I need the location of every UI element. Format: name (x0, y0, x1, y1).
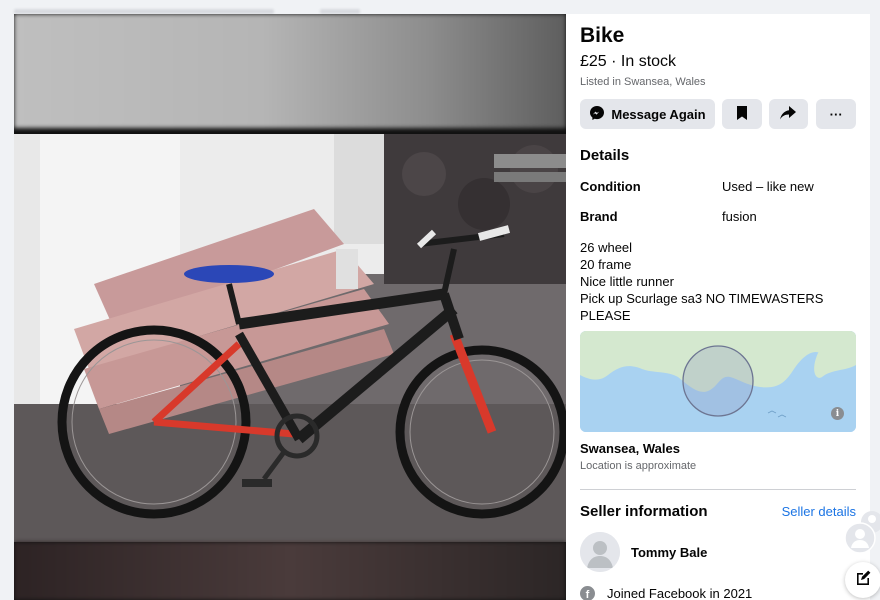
new-message-button[interactable] (845, 562, 880, 598)
detail-value: Used – like new (722, 179, 814, 194)
action-bar: Message Again ··· (580, 99, 856, 129)
description-line: Pick up Scurlage sa3 NO TIMEWASTERS (580, 291, 824, 306)
section-divider (580, 489, 856, 490)
seller-header: Seller information Seller details (580, 503, 856, 520)
description-line: Nice little runner (580, 274, 674, 289)
detail-key: Brand (580, 209, 618, 224)
seller-joined-text: Joined Facebook in 2021 (607, 586, 753, 600)
detail-key: Condition (580, 179, 641, 194)
location-note: Location is approximate (580, 460, 697, 472)
seller-joined-row: f Joined Facebook in 2021 (580, 586, 856, 600)
bike-photo (14, 134, 566, 542)
message-again-button[interactable]: Message Again (580, 99, 715, 129)
description-line: 20 frame (580, 257, 632, 272)
details-heading: Details (580, 147, 630, 164)
seller-row[interactable]: Tommy Bale (580, 532, 856, 572)
save-button[interactable] (721, 99, 762, 129)
description-line: PLEASE (580, 308, 631, 323)
seller-avatar[interactable] (580, 532, 620, 572)
share-button[interactable] (768, 99, 809, 129)
listing-description: 26 wheel 20 frame Nice little runner Pic… (580, 239, 856, 324)
description-line: 26 wheel (580, 240, 633, 255)
map-info-icon[interactable]: i (831, 407, 844, 420)
bookmark-icon (736, 105, 748, 123)
compose-icon (854, 569, 872, 592)
share-icon (780, 105, 797, 123)
listing-details-panel: Bike £25 · In stock Listed in Swansea, W… (566, 14, 870, 600)
detail-row-brand: Brand fusion (580, 209, 856, 225)
details-table: Condition Used – like new Brand fusion (580, 179, 856, 225)
listing-price: £25 · In stock (580, 53, 677, 70)
top-strip (0, 0, 880, 14)
detail-row-condition: Condition Used – like new (580, 179, 856, 195)
map-graphic (580, 331, 856, 432)
seller-heading: Seller information (580, 503, 708, 520)
more-dots-icon: ··· (829, 106, 843, 122)
next-photo-preview[interactable] (14, 542, 566, 600)
chat-heads-button[interactable] (842, 510, 880, 560)
previous-photo-preview[interactable] (14, 14, 566, 128)
listing-location-line: Listed in Swansea, Wales (580, 76, 706, 88)
detail-value: fusion (722, 209, 757, 224)
location-name: Swansea, Wales (580, 441, 680, 456)
message-again-label: Message Again (611, 106, 706, 122)
messenger-icon (589, 105, 605, 124)
facebook-icon: f (580, 586, 595, 600)
seller-name[interactable]: Tommy Bale (631, 545, 707, 560)
photo-viewer[interactable] (14, 14, 566, 600)
listing-title: Bike (580, 24, 625, 47)
more-options-button[interactable]: ··· (816, 99, 856, 129)
location-map[interactable]: i (580, 331, 856, 432)
